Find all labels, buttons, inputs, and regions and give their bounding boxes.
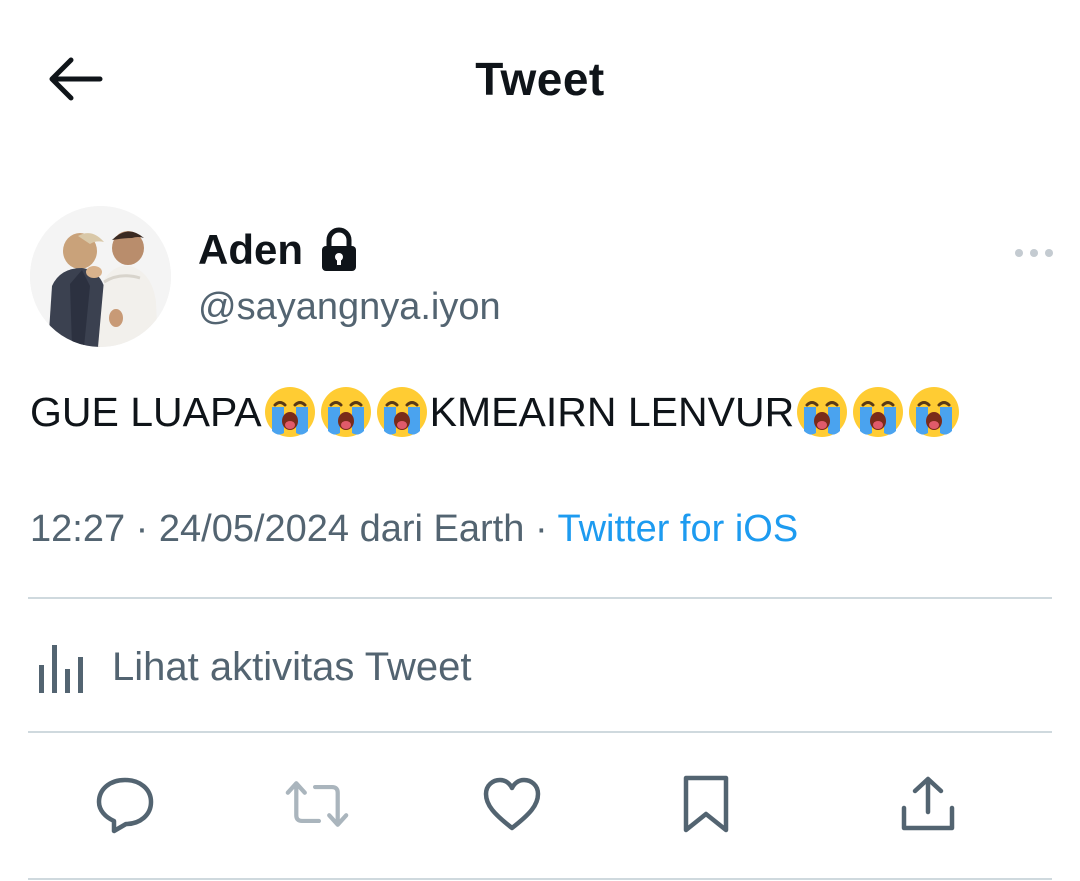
- loudly-crying-face-icon: [320, 387, 371, 437]
- user-handle[interactable]: @sayangnya.iyon: [198, 286, 501, 329]
- bar-chart-icon: [39, 645, 83, 693]
- tweet-date: 24/05/2024: [158, 508, 350, 550]
- share-button[interactable]: [896, 772, 960, 836]
- loudly-crying-face-icon: [853, 387, 904, 437]
- tweet-text: GUE LUAPA KMEAIRN LENVUR: [30, 384, 1060, 440]
- meta-separator: ·: [534, 508, 548, 550]
- loudly-crying-face-icon: [797, 387, 848, 437]
- divider: [28, 878, 1052, 880]
- bookmark-button[interactable]: [674, 772, 738, 836]
- reply-icon: [96, 777, 154, 834]
- tweet-text-part: GUE LUAPA: [30, 389, 262, 435]
- like-button[interactable]: [480, 772, 544, 836]
- tweet-source-link[interactable]: Twitter for iOS: [557, 508, 798, 550]
- activity-label: Lihat aktivitas Tweet: [112, 644, 472, 689]
- heart-icon: [483, 777, 541, 831]
- tweet-location: dari Earth: [359, 508, 525, 550]
- meta-separator: ·: [135, 508, 149, 550]
- divider: [28, 731, 1052, 733]
- top-bar: Tweet: [0, 0, 1080, 160]
- retweet-icon: [285, 781, 349, 827]
- bookmark-icon: [683, 775, 729, 833]
- divider: [28, 597, 1052, 599]
- loudly-crying-face-icon: [376, 387, 427, 437]
- more-horizontal-icon: [1015, 249, 1053, 257]
- view-activity-link[interactable]: Lihat aktivitas Tweet: [30, 632, 471, 702]
- tweet-text-part: KMEAIRN LENVUR: [429, 389, 795, 435]
- loudly-crying-face-icon: [264, 387, 315, 437]
- share-icon: [901, 776, 955, 831]
- tweet-time: 12:27: [30, 508, 126, 550]
- more-options-button[interactable]: [1010, 238, 1058, 268]
- display-name[interactable]: Aden: [198, 226, 303, 274]
- lock-icon: [322, 227, 356, 271]
- avatar-photo: [30, 206, 171, 347]
- retweet-button[interactable]: [285, 772, 349, 836]
- tweet-meta: 12:27 · 24/05/2024 dari Earth · Twitter …: [30, 508, 798, 551]
- loudly-crying-face-icon: [909, 387, 960, 437]
- author-name-row: Aden: [198, 222, 359, 278]
- avatar[interactable]: [30, 206, 171, 347]
- reply-button[interactable]: [93, 772, 157, 836]
- page-title: Tweet: [475, 53, 605, 105]
